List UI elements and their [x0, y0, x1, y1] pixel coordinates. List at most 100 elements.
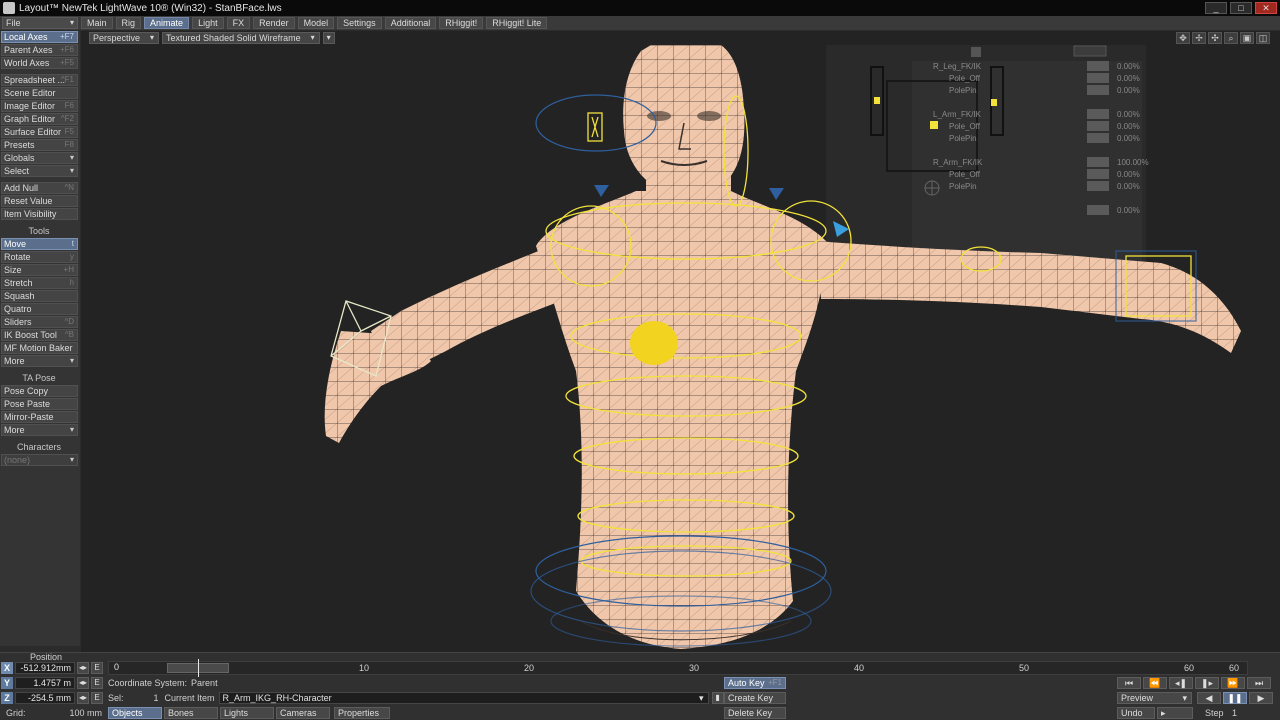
timeline-playhead[interactable] — [198, 659, 199, 677]
sidebar-item-item-visibility[interactable]: Item Visibility — [1, 208, 78, 220]
coord-system-value[interactable]: Parent — [191, 678, 218, 688]
sidebar-item-pose-copy[interactable]: Pose Copy — [1, 385, 78, 397]
objects-button[interactable]: Objects — [108, 707, 162, 719]
x-envelope-button[interactable]: E — [91, 662, 103, 674]
sidebar-item-add-null[interactable]: Add Null ^N — [1, 182, 78, 194]
pan-view-icon[interactable]: ✢ — [1192, 32, 1206, 44]
sidebar-item-squash[interactable]: Squash — [1, 290, 78, 302]
cameras-button[interactable]: Cameras — [276, 707, 330, 719]
rig-value-arrows[interactable] — [1087, 109, 1109, 119]
z-envelope-button[interactable]: E — [91, 692, 103, 704]
play-forward-button[interactable]: ▶ — [1249, 692, 1273, 704]
file-menu[interactable]: File — [2, 17, 78, 29]
delete-key-button[interactable]: Delete Key — [724, 707, 786, 719]
step-value[interactable]: 1 — [1232, 708, 1237, 718]
pause-button[interactable]: ❚❚ — [1223, 692, 1247, 704]
viewport-3d[interactable]: R_Leg_FK/IK Pole_Off PolePin L_Arm_FK/IK Pol… — [81, 31, 1280, 652]
first-frame-button[interactable]: ⏮ — [1117, 677, 1141, 689]
z-anim-button[interactable]: ◂▸ — [77, 692, 89, 704]
maximize-view-icon[interactable]: ◫ — [1256, 32, 1270, 44]
sidebar-item-mirror-paste[interactable]: Mirror-Paste — [1, 411, 78, 423]
tab-rhiggit-lite[interactable]: RHiggit! Lite — [486, 17, 548, 29]
rig-value-arrows[interactable] — [1087, 85, 1109, 95]
rig-slider-marker[interactable] — [930, 121, 938, 129]
next-key-button[interactable]: ⏩ — [1221, 677, 1245, 689]
sidebar-item-globals[interactable]: Globals — [1, 152, 78, 164]
move-view-icon[interactable]: ✥ — [1176, 32, 1190, 44]
sidebar-item-local-axes[interactable]: Local Axes +F7 — [1, 31, 78, 43]
tab-rig[interactable]: Rig — [115, 17, 142, 29]
y-anim-button[interactable]: ◂▸ — [77, 677, 89, 689]
render-mode-select[interactable]: Textured Shaded Solid Wireframe — [162, 32, 320, 44]
timeline-ruler[interactable]: 0 10 20 30 40 50 60 60 — [108, 661, 1248, 675]
x-position-field[interactable]: -512.912mm — [15, 662, 75, 674]
rig-value-arrows[interactable] — [1087, 61, 1109, 71]
fit-view-icon[interactable]: ▣ — [1240, 32, 1254, 44]
rig-value-arrows[interactable] — [1087, 169, 1109, 179]
properties-button[interactable]: Properties — [334, 707, 390, 719]
sidebar-item-world-axes[interactable]: World Axes +F5 — [1, 57, 78, 69]
y-envelope-button[interactable]: E — [91, 677, 103, 689]
auto-key-button[interactable]: Auto Key +F1 — [724, 677, 786, 689]
sidebar-item-select[interactable]: Select — [1, 165, 78, 177]
minimize-button[interactable]: _ — [1205, 2, 1227, 14]
sidebar-item-image-editor[interactable]: Image Editor F6 — [1, 100, 78, 112]
z-position-field[interactable]: -254.5 mm — [15, 692, 75, 704]
rig-value-arrows[interactable] — [1087, 157, 1109, 167]
rig-value-arrows[interactable] — [1087, 73, 1109, 83]
undo-button[interactable]: Undo — [1117, 707, 1155, 719]
sidebar-item-graph-editor[interactable]: Graph Editor ^F2 — [1, 113, 78, 125]
close-button[interactable]: ✕ — [1255, 2, 1277, 14]
item-lock-button[interactable]: ▮ — [711, 692, 724, 704]
tab-animate[interactable]: Animate — [144, 17, 190, 29]
lights-button[interactable]: Lights — [220, 707, 274, 719]
tab-light[interactable]: Light — [192, 17, 224, 29]
x-anim-button[interactable]: ◂▸ — [77, 662, 89, 674]
rig-slider-marker[interactable] — [874, 97, 880, 104]
panel-menu-button[interactable] — [1073, 45, 1107, 57]
sidebar-item-scene-editor[interactable]: Scene Editor — [1, 87, 78, 99]
sidebar-item-mf-motion-baker[interactable]: MF Motion Baker — [1, 342, 78, 354]
rig-value-arrows[interactable] — [1087, 121, 1109, 131]
tab-additional[interactable]: Additional — [384, 17, 437, 29]
sidebar-item-quatro[interactable]: Quatro — [1, 303, 78, 315]
zoom-view-icon[interactable]: ⌕ — [1224, 32, 1238, 44]
viewport-options-button[interactable]: ▾ — [322, 32, 335, 44]
sidebar-item-more[interactable]: More — [1, 424, 78, 436]
prev-key-button[interactable]: ⏪ — [1143, 677, 1167, 689]
pole-target-marker[interactable] — [769, 188, 784, 200]
sidebar-item-move[interactable]: Move t — [1, 238, 78, 250]
rig-value-arrows[interactable] — [1087, 205, 1109, 215]
create-key-button[interactable]: Create Key — [724, 692, 786, 704]
bones-button[interactable]: Bones — [164, 707, 218, 719]
sidebar-item-surface-editor[interactable]: Surface Editor F5 — [1, 126, 78, 138]
maximize-button[interactable]: □ — [1230, 2, 1252, 14]
chest-control[interactable] — [630, 321, 678, 365]
sidebar-item-spreadsheet[interactable]: Spreadsheet ... ^F1 — [1, 74, 78, 86]
sidebar-item-presets[interactable]: Presets F8 — [1, 139, 78, 151]
last-frame-button[interactable]: ⏭ — [1247, 677, 1271, 689]
sidebar-item-ik-boost-tool[interactable]: IK Boost Tool ^B — [1, 329, 78, 341]
character-scene[interactable]: R_Leg_FK/IK Pole_Off PolePin L_Arm_FK/IK Pol… — [81, 31, 1280, 652]
rig-value-arrows[interactable] — [1087, 181, 1109, 191]
rig-slider-marker[interactable] — [991, 99, 997, 106]
play-reverse-button[interactable]: ◀ — [1197, 692, 1221, 704]
sidebar-item-reset-value[interactable]: Reset Value — [1, 195, 78, 207]
current-item-select[interactable]: R_Arm_IKG_RH-Character ▾ — [218, 692, 709, 704]
sidebar-item-pose-paste[interactable]: Pose Paste — [1, 398, 78, 410]
sidebar-item-more[interactable]: More — [1, 355, 78, 367]
tab-render[interactable]: Render — [253, 17, 295, 29]
sidebar-item-stretch[interactable]: Stretch h — [1, 277, 78, 289]
prev-frame-button[interactable]: ◂❚ — [1169, 677, 1193, 689]
sidebar-item-sliders[interactable]: Sliders ^D — [1, 316, 78, 328]
preview-select[interactable]: Preview ▾ — [1117, 692, 1192, 704]
sidebar-item-size[interactable]: Size +H — [1, 264, 78, 276]
pole-target-marker[interactable] — [594, 185, 609, 197]
panel-move-icon[interactable] — [971, 47, 981, 57]
characters-select[interactable]: (none) — [1, 454, 78, 466]
tab-fx[interactable]: FX — [226, 17, 251, 29]
redo-button[interactable]: ▸ — [1157, 707, 1193, 719]
tab-main[interactable]: Main — [81, 17, 113, 29]
view-mode-select[interactable]: Perspective — [89, 32, 160, 44]
sidebar-item-parent-axes[interactable]: Parent Axes +F6 — [1, 44, 78, 56]
